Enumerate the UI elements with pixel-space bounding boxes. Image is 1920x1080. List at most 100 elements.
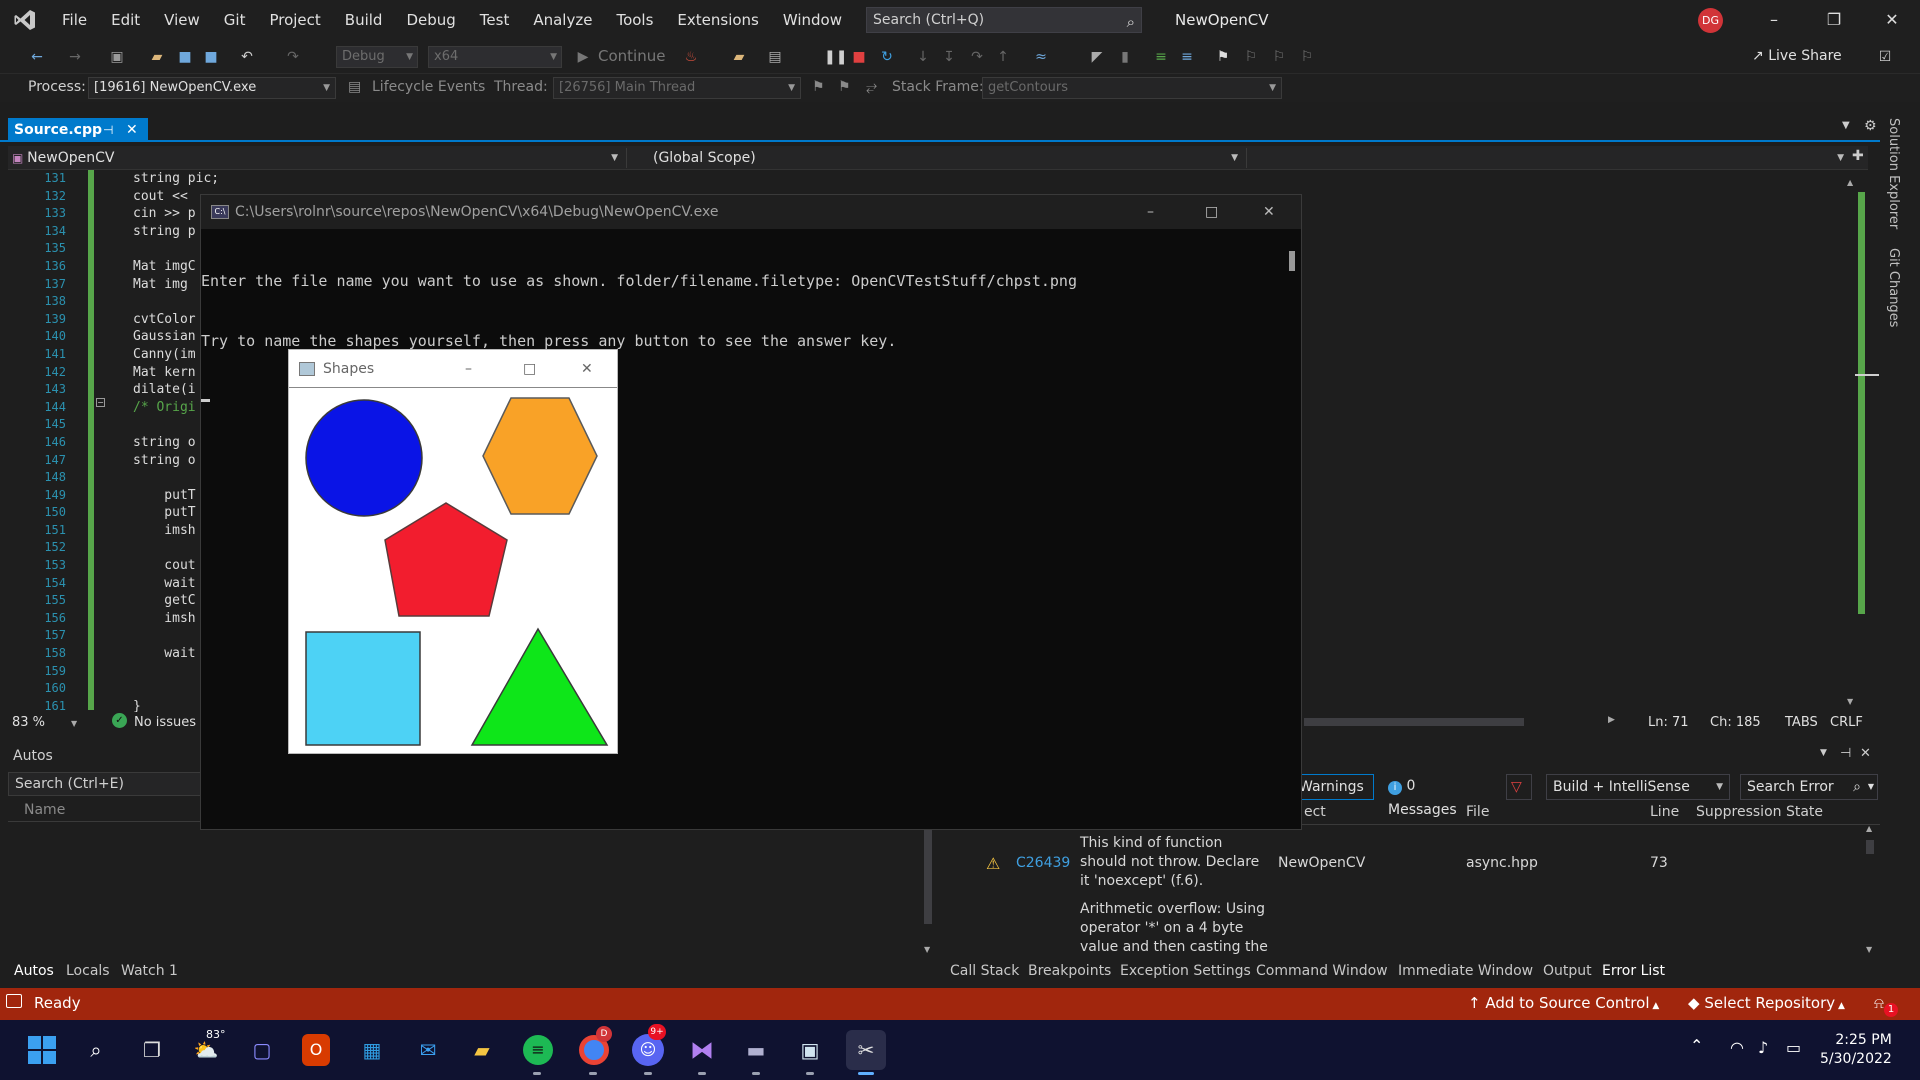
uncomment-icon[interactable]: ≡ xyxy=(1178,48,1196,66)
tab-immediate-window[interactable]: Immediate Window xyxy=(1398,960,1533,982)
menu-test[interactable]: Test xyxy=(468,0,522,40)
tab-watch-1[interactable]: Watch 1 xyxy=(121,960,178,982)
search-icon[interactable]: ⌕ xyxy=(76,1030,116,1070)
mail-icon[interactable]: ✉ xyxy=(408,1030,448,1070)
wifi-icon[interactable]: ◠ xyxy=(1730,1038,1744,1057)
console-title-bar[interactable]: C:\ C:\Users\rolnr\source\repos\NewOpenC… xyxy=(201,195,1301,229)
close-icon[interactable]: ✕ xyxy=(581,350,593,388)
panel-options-icon[interactable]: ▼ xyxy=(1820,748,1827,758)
stop-debugging-icon[interactable]: ■ xyxy=(850,48,868,66)
tab-exception-settings[interactable]: Exception Settings xyxy=(1120,960,1251,982)
visual-studio-logo-icon[interactable] xyxy=(0,0,50,40)
pin-icon[interactable]: ⊣ xyxy=(1840,746,1851,761)
build-intellisense-select[interactable]: Build + IntelliSense ▼ xyxy=(1546,774,1730,800)
error-code-link[interactable]: C26439 xyxy=(1016,854,1070,873)
comment-out-icon[interactable]: ≡ xyxy=(1152,48,1170,66)
step-into-specific-icon[interactable]: ↧ xyxy=(940,48,958,66)
scope-nav-select[interactable]: (Global Scope) ▼ xyxy=(626,148,1244,168)
col-file[interactable]: File xyxy=(1466,804,1489,820)
autos-col-name[interactable]: Name xyxy=(24,802,65,818)
tab-source-cpp[interactable]: Source.cpp ⊣ ✕ xyxy=(8,118,148,142)
scroll-down-icon[interactable]: ▼ xyxy=(1866,945,1872,954)
step-over-icon[interactable]: ↷ xyxy=(968,48,986,66)
process-select[interactable]: [19616] NewOpenCV.exe ▼ xyxy=(88,77,336,99)
redo-icon[interactable]: ↷ xyxy=(284,48,302,66)
maximize-icon[interactable]: □ xyxy=(1205,195,1218,229)
line-ending-indicator[interactable]: CRLF xyxy=(1830,715,1863,730)
menu-analyze[interactable]: Analyze xyxy=(521,0,604,40)
tab-call-stack[interactable]: Call Stack xyxy=(950,960,1019,982)
hot-reload-icon[interactable]: ♨ xyxy=(682,48,700,66)
office-icon[interactable]: O xyxy=(302,1034,330,1066)
battery-icon[interactable]: ▭ xyxy=(1786,1038,1801,1057)
settings-gear-icon[interactable]: ⚙ xyxy=(1864,118,1877,134)
tab-breakpoints[interactable]: Breakpoints xyxy=(1028,960,1111,982)
tab-error-list[interactable]: Error List xyxy=(1602,960,1665,982)
toggle-breakpoint-icon[interactable]: ◤ xyxy=(1088,48,1106,66)
add-to-source-control-button[interactable]: ↑ Add to Source Control ▲ xyxy=(1468,994,1659,1012)
horizontal-scrollbar[interactable] xyxy=(1304,718,1524,726)
file-explorer-icon[interactable]: ▰ xyxy=(462,1030,502,1070)
thread-select[interactable]: [26756] Main Thread ▼ xyxy=(553,77,801,99)
undo-icon[interactable]: ↶ xyxy=(238,48,256,66)
solution-configuration-select[interactable]: Debug ▼ xyxy=(336,46,418,68)
open-folder-icon[interactable]: ▰ xyxy=(730,48,748,66)
spotify-icon[interactable]: ≡ xyxy=(523,1035,553,1065)
navigate-back-icon[interactable]: ← xyxy=(28,48,46,66)
save-all-icon[interactable]: ■ xyxy=(202,48,220,66)
select-repository-button[interactable]: ◆ Select Repository ▲ xyxy=(1688,994,1845,1012)
terminal-icon[interactable]: ▬ xyxy=(736,1030,776,1070)
open-file-icon[interactable]: ▰ xyxy=(148,48,166,66)
pin-icon[interactable]: ⊣ xyxy=(103,118,113,142)
diagnostic-tools-icon[interactable]: ▤ xyxy=(766,48,784,66)
menu-tools[interactable]: Tools xyxy=(604,0,665,40)
next-bookmark-icon[interactable]: ⚐ xyxy=(1270,48,1288,66)
console-scroll-thumb[interactable] xyxy=(1289,251,1295,271)
menu-git[interactable]: Git xyxy=(212,0,258,40)
issues-indicator[interactable]: No issues f xyxy=(134,715,205,730)
col-line[interactable]: Line xyxy=(1650,804,1679,820)
line-indicator[interactable]: Ln: 71 xyxy=(1648,715,1689,730)
step-into-icon[interactable]: ↓ xyxy=(914,48,932,66)
scroll-up-icon[interactable]: ▲ xyxy=(1847,178,1853,187)
zoom-select[interactable]: 83 % ▼ xyxy=(12,715,77,730)
step-out-icon[interactable]: ↑ xyxy=(994,48,1012,66)
messages-filter-button[interactable]: i 0 Messages xyxy=(1382,774,1492,818)
close-panel-icon[interactable]: ✕ xyxy=(1860,746,1871,761)
chevron-up-icon[interactable]: ⌃ xyxy=(1690,1036,1703,1055)
restore-icon[interactable]: ❐ xyxy=(1806,0,1862,40)
filter-icon[interactable]: ▽ xyxy=(1506,774,1532,800)
autos-scrollbar[interactable]: ▼ xyxy=(922,824,936,954)
minimize-icon[interactable]: – xyxy=(1746,0,1802,40)
bookmark-icon[interactable]: ⚑ xyxy=(1214,48,1232,66)
clear-bookmarks-icon[interactable]: ⚐ xyxy=(1298,48,1316,66)
task-view-icon[interactable]: ❐ xyxy=(132,1030,172,1070)
split-editor-icon[interactable]: ✚ xyxy=(1852,148,1864,164)
snipping-tool-icon[interactable]: ✂ xyxy=(846,1030,886,1070)
feedback-icon[interactable]: ☑ xyxy=(1876,48,1894,66)
microsoft-store-icon[interactable]: ▦ xyxy=(352,1030,392,1070)
split-stacks-icon[interactable]: ⥂ xyxy=(866,79,877,95)
column-indicator[interactable]: Ch: 185 xyxy=(1710,715,1761,730)
new-project-icon[interactable]: ▣ xyxy=(108,48,126,66)
save-icon[interactable]: ■ xyxy=(176,48,194,66)
shapes-title-bar[interactable]: Shapes – □ ✕ xyxy=(289,350,617,388)
user-avatar[interactable]: DG xyxy=(1698,8,1723,33)
scroll-up-icon[interactable]: ▲ xyxy=(1866,824,1872,833)
solution-explorer-tab[interactable]: Solution Explorer xyxy=(1886,118,1901,229)
menu-project[interactable]: Project xyxy=(257,0,332,40)
close-icon[interactable]: ✕ xyxy=(1263,195,1275,229)
tab-command-window[interactable]: Command Window xyxy=(1256,960,1388,982)
maximize-icon[interactable]: □ xyxy=(523,350,536,388)
show-flagged-threads-icon[interactable]: ⚑ xyxy=(838,79,851,95)
scroll-down-icon[interactable]: ▼ xyxy=(924,945,930,954)
col-suppression-state[interactable]: Suppression State xyxy=(1696,804,1823,820)
image-window-taskbar-icon[interactable]: ▣ xyxy=(790,1030,830,1070)
error-list-scrollbar[interactable]: ▲ ▼ xyxy=(1864,824,1878,954)
show-threads-icon[interactable]: ≈ xyxy=(1032,48,1050,66)
system-clock[interactable]: 2:25 PM 5/30/2022 xyxy=(1820,1031,1892,1069)
warnings-filter-button[interactable]: Warnings xyxy=(1292,774,1374,800)
continue-play-icon[interactable]: ▶ xyxy=(574,48,592,66)
flag-thread-icon[interactable]: ⚑ xyxy=(812,79,825,95)
tab-locals[interactable]: Locals xyxy=(66,960,110,982)
